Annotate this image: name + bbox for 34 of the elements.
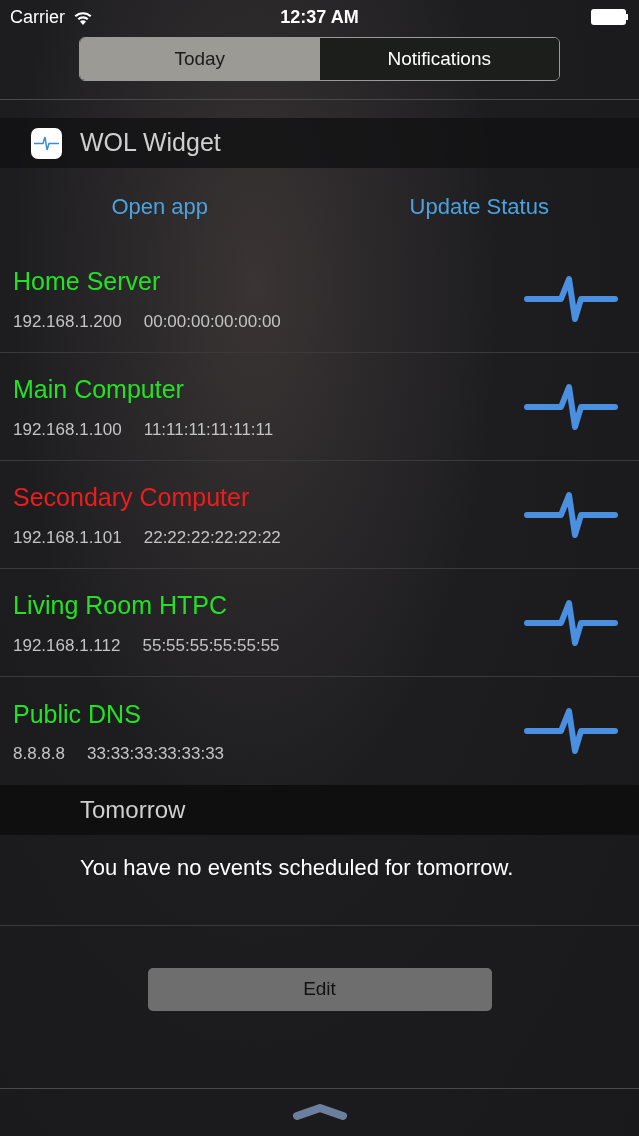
wifi-icon — [73, 9, 93, 25]
ip-address: 192.168.1.200 — [13, 310, 122, 333]
grabber-icon[interactable] — [291, 1103, 348, 1121]
battery-icon — [591, 9, 629, 25]
edit-button[interactable]: Edit — [147, 968, 492, 1011]
ip-address: 192.168.1.100 — [13, 418, 122, 441]
empty-message: You have no events scheduled for tomorrow. — [80, 854, 514, 882]
mac-address: 33:33:33:33:33:33 — [87, 743, 225, 765]
mac-address: 00:00:00:00:00:00 — [143, 310, 281, 333]
pulse-icon[interactable] — [523, 273, 619, 324]
pulse-icon[interactable] — [523, 597, 619, 648]
pulse-icon[interactable] — [523, 489, 619, 540]
segment-tab[interactable]: Today — [80, 38, 320, 80]
ip-address: 8.8.8.8 — [13, 743, 65, 765]
host-name: Secondary Computer — [13, 482, 251, 513]
ip-address: 192.168.1.101 — [13, 526, 122, 549]
app-icon — [31, 127, 62, 159]
host-name: Home Server — [13, 266, 162, 297]
carrier-label: Carrier — [10, 5, 65, 29]
ip-address: 192.168.1.112 — [13, 634, 121, 657]
action-link[interactable]: Update Status — [409, 190, 549, 223]
mac-address: 22:22:22:22:22:22 — [143, 526, 281, 549]
mac-address: 55:55:55:55:55:55 — [142, 634, 280, 657]
pulse-icon[interactable] — [523, 706, 619, 756]
clock-time: 12:37 AM — [280, 5, 359, 29]
widget-title: WOL Widget — [80, 127, 221, 159]
segment-tab[interactable]: Notifications — [319, 38, 559, 80]
host-name: Main Computer — [13, 374, 185, 405]
pulse-icon[interactable] — [523, 381, 619, 432]
section-title: Tomorrow — [80, 795, 186, 825]
host-name: Living Room HTPC — [13, 590, 228, 621]
mac-address: 11:11:11:11:11:11 — [143, 418, 274, 441]
host-name: Public DNS — [13, 698, 142, 730]
action-link[interactable]: Open app — [111, 190, 209, 223]
